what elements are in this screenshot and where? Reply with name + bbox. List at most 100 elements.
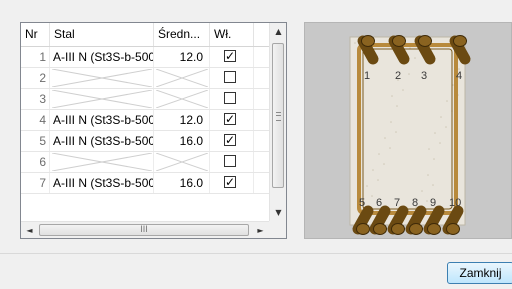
top-rebar-label: 3 [421, 70, 427, 82]
empty-cell-cross-icon [52, 90, 152, 108]
empty-cell-cross-icon [156, 69, 208, 87]
own-cell: ✓ [210, 131, 254, 151]
concrete-texture [446, 100, 448, 102]
bottom-rebar-label: 10 [449, 197, 461, 209]
bottom-rebar-label: 5 [359, 197, 365, 209]
concrete-texture [432, 184, 434, 186]
empty-cell-cross-icon [52, 153, 152, 171]
header-nr[interactable]: Nr [21, 23, 50, 46]
steel-cell[interactable]: A-III N (St3S-b-500 [50, 131, 154, 151]
bottom-rebar-label: 6 [376, 197, 382, 209]
bottom-rebar-2-end [373, 223, 387, 235]
horizontal-scroll-thumb[interactable]: III [39, 224, 249, 236]
diameter-cell[interactable]: 12.0 [154, 110, 210, 130]
row-number: 3 [21, 89, 50, 109]
own-cell [210, 68, 254, 88]
grip-icon [276, 112, 281, 121]
bottom-rebar-label: 8 [412, 197, 418, 209]
header-diameter[interactable]: Średn... [154, 23, 210, 46]
concrete-texture [377, 179, 379, 181]
concrete-texture [421, 190, 423, 192]
steel-cell[interactable] [50, 68, 154, 88]
concrete-texture [428, 148, 430, 150]
concrete-texture [396, 105, 398, 107]
scroll-up-icon[interactable]: ▲ [270, 23, 287, 40]
concrete-texture [434, 132, 436, 134]
own-cell: ✓ [210, 110, 254, 130]
concrete-texture [440, 116, 442, 118]
bottom-rebar-5-end [427, 223, 441, 235]
diameter-cell[interactable]: 12.0 [154, 47, 210, 67]
bottom-rebar-3-end [391, 223, 405, 235]
bottom-rebar-label: 9 [430, 197, 436, 209]
table-row[interactable]: 6 [21, 152, 269, 173]
table-row[interactable]: 2 [21, 68, 269, 89]
bottom-rebar-label: 7 [394, 197, 400, 209]
concrete-texture [402, 89, 404, 91]
steel-cell[interactable] [50, 89, 154, 109]
concrete-texture [408, 73, 410, 75]
vertical-scroll-thumb[interactable] [272, 43, 284, 188]
empty-cell-cross-icon [52, 69, 152, 87]
own-cell [210, 152, 254, 172]
own-cell: ✓ [210, 47, 254, 67]
vertical-scrollbar[interactable]: ▲ ▼ [269, 23, 286, 221]
top-rebar-4-end [453, 35, 467, 47]
top-rebar-1-end [361, 35, 375, 47]
concrete-texture [378, 153, 380, 155]
own-checkbox[interactable]: ✓ [224, 134, 236, 146]
empty-cell-cross-icon [156, 153, 208, 171]
row-number: 7 [21, 173, 50, 193]
diameter-cell[interactable]: 16.0 [154, 131, 210, 151]
own-checkbox[interactable] [224, 92, 236, 104]
own-checkbox[interactable]: ✓ [224, 50, 236, 62]
header-steel[interactable]: Stal [50, 23, 154, 46]
own-checkbox[interactable]: ✓ [224, 113, 236, 125]
bottom-rebar-4-end [409, 223, 423, 235]
horizontal-scrollbar[interactable]: ◄ III ► [21, 221, 269, 238]
dialog-body: Nr Stal Średn... Wł. 1 A-III N (St3S-b-50… [0, 0, 512, 253]
header-own[interactable]: Wł. [210, 23, 254, 46]
concrete-texture [371, 195, 373, 197]
own-checkbox[interactable] [224, 155, 236, 167]
row-number: 6 [21, 152, 50, 172]
concrete-texture [439, 142, 441, 144]
steel-cell[interactable] [50, 152, 154, 172]
steel-cell[interactable]: A-III N (St3S-b-500 [50, 173, 154, 193]
concrete-texture [433, 158, 435, 160]
concrete-texture [390, 121, 392, 123]
scroll-right-icon[interactable]: ► [252, 222, 269, 239]
rebar-table: Nr Stal Średn... Wł. 1 A-III N (St3S-b-50… [20, 22, 287, 239]
empty-cell-cross-icon [156, 90, 208, 108]
close-button[interactable]: Zamknij [447, 262, 512, 284]
table-header: Nr Stal Średn... Wł. [21, 23, 269, 47]
concrete-texture [395, 131, 397, 133]
own-checkbox[interactable]: ✓ [224, 176, 236, 188]
own-checkbox[interactable] [224, 71, 236, 83]
steel-cell[interactable]: A-III N (St3S-b-500 [50, 110, 154, 130]
table-row[interactable]: 3 [21, 89, 269, 110]
cross-section-drawing: 1 2 3 4 5 6 7 8 9 10 [349, 35, 471, 235]
diameter-cell[interactable] [154, 68, 210, 88]
concrete-texture [414, 57, 416, 59]
table-row[interactable]: 1 A-III N (St3S-b-500 12.0 ✓ [21, 47, 269, 68]
top-rebar-3-end [418, 35, 432, 47]
row-number: 5 [21, 131, 50, 151]
concrete-texture [384, 137, 386, 139]
diameter-cell[interactable]: 16.0 [154, 173, 210, 193]
steel-cell[interactable]: A-III N (St3S-b-500 [50, 47, 154, 67]
concrete-texture [383, 163, 385, 165]
bottom-separator [0, 253, 512, 254]
concrete-texture [354, 42, 356, 44]
concrete-texture [389, 147, 391, 149]
diameter-cell[interactable] [154, 89, 210, 109]
top-rebar-label: 4 [456, 70, 462, 82]
scroll-left-icon[interactable]: ◄ [21, 222, 38, 239]
concrete-texture [391, 95, 393, 97]
row-number: 1 [21, 47, 50, 67]
table-row[interactable]: 7 A-III N (St3S-b-500 16.0 ✓ [21, 173, 269, 194]
table-row[interactable]: 4 A-III N (St3S-b-500 12.0 ✓ [21, 110, 269, 131]
diameter-cell[interactable] [154, 152, 210, 172]
scroll-down-icon[interactable]: ▼ [270, 204, 287, 221]
table-row[interactable]: 5 A-III N (St3S-b-500 16.0 ✓ [21, 131, 269, 152]
